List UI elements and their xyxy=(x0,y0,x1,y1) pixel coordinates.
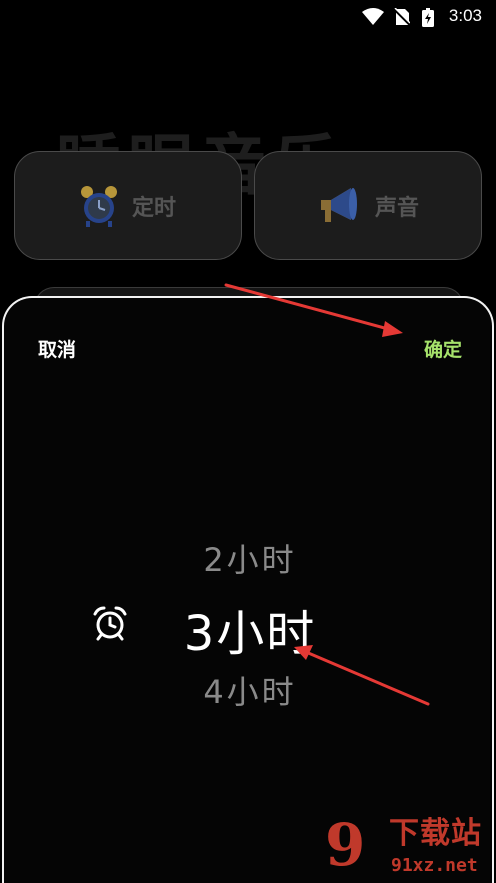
site-watermark: 9 下载站 91xz.net xyxy=(325,815,496,883)
watermark-text: 下载站 xyxy=(389,816,482,851)
watermark-logo: 9 xyxy=(325,811,366,879)
watermark-url: 91xz.net xyxy=(391,855,478,876)
arrow-to-confirm xyxy=(224,283,403,337)
annotation-arrows xyxy=(224,283,430,706)
arrow-to-selected xyxy=(294,645,430,706)
